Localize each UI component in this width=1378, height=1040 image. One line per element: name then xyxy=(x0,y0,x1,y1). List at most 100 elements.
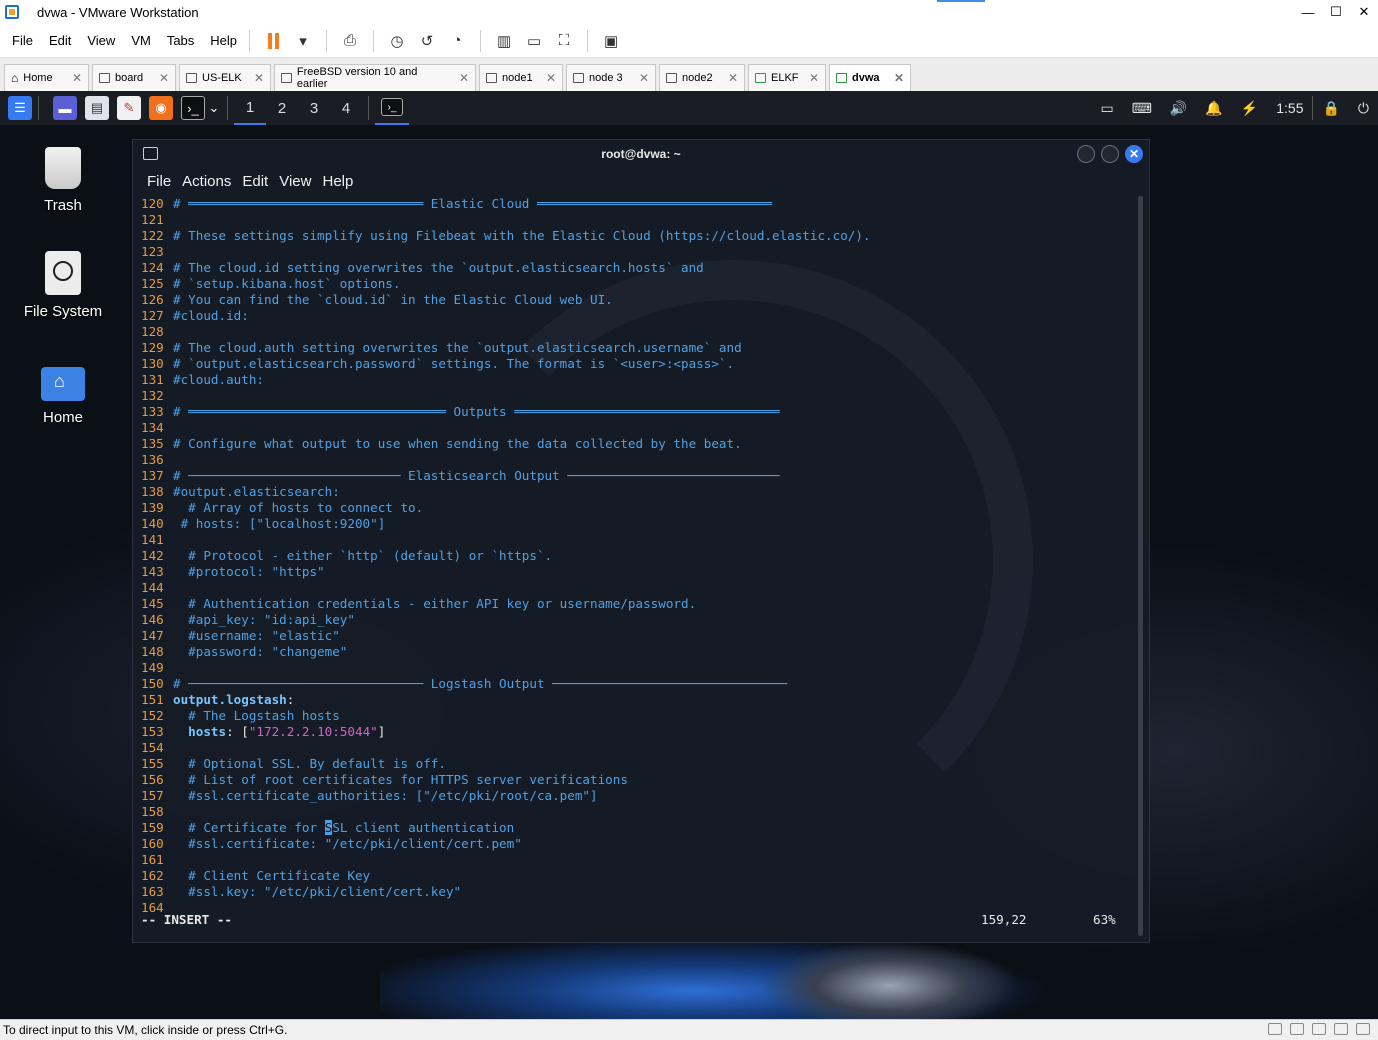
tab-freebsd[interactable]: FreeBSD version 10 and earlier ✕ xyxy=(274,64,476,91)
tab-close-icon[interactable]: ✕ xyxy=(884,71,904,85)
menu-tabs[interactable]: Tabs xyxy=(167,33,194,48)
terminal-line: 158 xyxy=(141,804,1131,820)
toolbar-separator xyxy=(249,29,251,52)
tab-node-3[interactable]: node 3 ✕ xyxy=(566,64,656,91)
vim-mode: -- INSERT -- xyxy=(141,912,232,927)
line-text: #ssl.key: "/etc/pki/client/cert.key" xyxy=(173,884,462,899)
menu-view[interactable]: View xyxy=(87,33,115,48)
line-text: #output.elasticsearch: xyxy=(173,484,340,499)
line-number: 145 xyxy=(141,596,164,611)
thumbnail-view-icon[interactable]: ▭ xyxy=(521,28,547,54)
revert-snapshot-icon[interactable]: ↺ xyxy=(414,28,440,54)
console-view-icon[interactable]: ▣ xyxy=(598,28,624,54)
line-text: # ──────────────────────────── Elasticse… xyxy=(173,468,780,483)
text-editor-icon[interactable]: ✎ xyxy=(117,96,141,120)
menu-edit[interactable]: Edit xyxy=(49,33,71,48)
terminal-line: 140 # hosts: ["localhost:9200"] xyxy=(141,516,1131,532)
lock-icon[interactable]: 🔒 xyxy=(1322,100,1339,117)
message-icon[interactable] xyxy=(1356,1023,1370,1035)
hdd-icon[interactable] xyxy=(1268,1023,1282,1035)
logout-icon[interactable]: ⏻ xyxy=(1358,100,1369,117)
pause-icon xyxy=(267,32,279,49)
tab-node1[interactable]: node1 ✕ xyxy=(479,64,563,91)
line-text: hosts: ["172.2.2.10:5044"] xyxy=(188,724,386,739)
volume-icon[interactable]: 🔊 xyxy=(1170,100,1187,117)
library-view-icon[interactable]: ▥ xyxy=(491,28,517,54)
terminal-window[interactable]: root@dvwa: ~ ✕ File Actions Edit View He… xyxy=(132,139,1150,943)
line-text: # The cloud.auth setting overwrites the … xyxy=(173,340,742,355)
tab-close-icon[interactable]: ✕ xyxy=(718,71,738,85)
line-text: # These settings simplify using Filebeat… xyxy=(173,228,871,243)
menu-help[interactable]: Help xyxy=(210,33,237,48)
toolbar-separator xyxy=(587,29,589,52)
desktop-icon-home[interactable]: Home xyxy=(8,357,118,426)
chevron-down-icon[interactable]: ⌄ xyxy=(207,96,221,120)
tab-us-elk[interactable]: US-ELK ✕ xyxy=(179,64,271,91)
desktop-icon-file-system[interactable]: File System xyxy=(8,251,118,320)
guest-screen[interactable]: ☰ ▬ ▤ ✎ ◉ ›_ ⌄ 1 2 3 4 ›_ ▭ ⌨ 🔊 🔔 ⚡ 1:55… xyxy=(0,91,1378,1019)
workspace-3[interactable]: 3 xyxy=(298,91,330,125)
sound-icon[interactable] xyxy=(1334,1023,1348,1035)
minimize-icon[interactable] xyxy=(1077,145,1095,163)
line-number: 161 xyxy=(141,852,164,867)
menu-file[interactable]: File xyxy=(12,33,33,48)
close-button[interactable]: ✕ xyxy=(1350,0,1378,24)
vim-statusline: -- INSERT -- 159,22 63% xyxy=(141,912,1131,930)
display-icon[interactable]: ▭ xyxy=(1100,100,1113,117)
line-text: # Array of hosts to connect to. xyxy=(173,500,424,515)
firefox-icon[interactable]: ◉ xyxy=(149,96,173,120)
menu-vm[interactable]: VM xyxy=(131,33,151,48)
line-text: #protocol: "https" xyxy=(173,564,325,579)
tab-close-icon[interactable]: ✕ xyxy=(799,71,819,85)
terminal-menu-file[interactable]: File xyxy=(147,173,171,190)
terminal-line: 142 # Protocol - either `http` (default)… xyxy=(141,548,1131,564)
clock[interactable]: 1:55 xyxy=(1276,100,1303,116)
snapshot-icon[interactable]: ◷ xyxy=(384,28,410,54)
pause-dropdown-icon[interactable]: ▾ xyxy=(290,28,316,54)
tab-node2[interactable]: node2 ✕ xyxy=(659,64,745,91)
tab-close-icon[interactable]: ✕ xyxy=(244,71,264,85)
terminal-titlebar[interactable]: root@dvwa: ~ ✕ xyxy=(133,140,1149,168)
terminal-launcher-icon[interactable]: ›_ xyxy=(181,96,205,120)
cd-icon[interactable] xyxy=(1290,1023,1304,1035)
snapshot-manager-icon[interactable]: ◔ xyxy=(444,28,470,54)
show-desktop-icon[interactable]: ▬ xyxy=(53,96,77,120)
terminal-menu-help[interactable]: Help xyxy=(322,173,353,190)
terminal-line: 160 #ssl.certificate: "/etc/pki/client/c… xyxy=(141,836,1131,852)
workspace-4[interactable]: 4 xyxy=(330,91,362,125)
terminal-text-area[interactable]: 120 # ═══════════════════════════════ Ela… xyxy=(141,196,1131,918)
terminal-menu-edit[interactable]: Edit xyxy=(242,173,268,190)
terminal-line: 137 # ──────────────────────────── Elasti… xyxy=(141,468,1131,484)
send-ctrl-alt-del-icon[interactable]: ⎙ xyxy=(337,28,363,54)
home-folder-icon xyxy=(41,367,85,401)
tab-close-icon[interactable]: ✕ xyxy=(536,71,556,85)
fullscreen-icon[interactable]: ⛶ xyxy=(551,28,577,54)
pause-button[interactable] xyxy=(260,28,286,54)
tab-close-icon[interactable]: ✕ xyxy=(629,71,649,85)
tab-home[interactable]: ⌂ Home ✕ xyxy=(4,64,89,91)
maximize-button[interactable]: ☐ xyxy=(1322,0,1350,24)
tab-close-icon[interactable]: ✕ xyxy=(449,71,469,85)
tab-close-icon[interactable]: ✕ xyxy=(149,71,169,85)
terminal-line: 143 #protocol: "https" xyxy=(141,564,1131,580)
maximize-icon[interactable] xyxy=(1101,145,1119,163)
workspace-2[interactable]: 2 xyxy=(266,91,298,125)
keyboard-icon[interactable]: ⌨ xyxy=(1132,100,1152,117)
terminal-scrollbar[interactable] xyxy=(1138,196,1143,936)
close-icon[interactable]: ✕ xyxy=(1125,145,1143,163)
workspace-1[interactable]: 1 xyxy=(234,91,266,125)
file-manager-icon[interactable]: ▤ xyxy=(85,96,109,120)
power-icon[interactable]: ⚡ xyxy=(1241,100,1258,117)
kali-menu-icon[interactable]: ☰ xyxy=(8,96,32,120)
minimize-button[interactable]: — xyxy=(1294,0,1322,24)
taskbar-terminal[interactable]: ›_ xyxy=(375,91,409,125)
terminal-menu-view[interactable]: View xyxy=(279,173,311,190)
tab-close-icon[interactable]: ✕ xyxy=(62,71,82,85)
desktop-icon-trash[interactable]: Trash xyxy=(8,143,118,214)
notification-bell-icon[interactable]: 🔔 xyxy=(1205,100,1222,117)
tab-dvwa[interactable]: dvwa ✕ xyxy=(829,64,911,91)
tab-elkf[interactable]: ELKF ✕ xyxy=(748,64,826,91)
network-icon[interactable] xyxy=(1312,1023,1326,1035)
tab-board[interactable]: board ✕ xyxy=(92,64,176,91)
terminal-menu-actions[interactable]: Actions xyxy=(182,173,231,190)
